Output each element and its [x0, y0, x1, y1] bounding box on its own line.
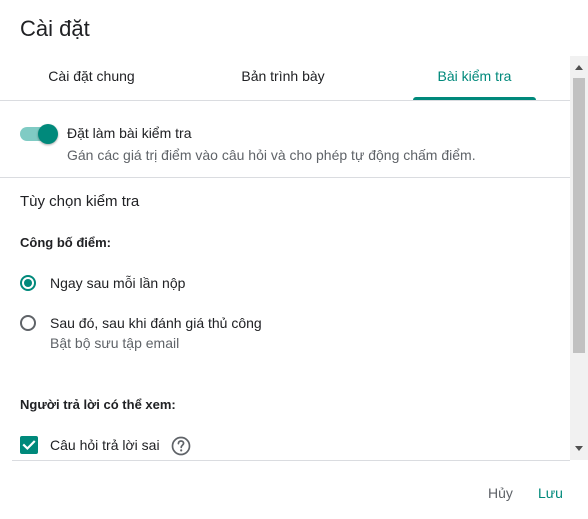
scroll-down-arrow-icon[interactable]	[575, 446, 583, 451]
save-button[interactable]: Lưu	[538, 485, 563, 501]
release-grade-heading: Công bố điểm:	[20, 235, 111, 250]
cancel-button[interactable]: Hủy	[488, 485, 513, 501]
make-quiz-toggle[interactable]	[20, 124, 58, 144]
check-icon	[22, 440, 36, 451]
tab-bar: Cài đặt chung Bản trình bày Bài kiểm tra	[0, 56, 570, 100]
scroll-thumb[interactable]	[573, 78, 585, 353]
radio-dot	[24, 279, 32, 287]
make-quiz-label: Đặt làm bài kiểm tra	[67, 125, 192, 141]
tab-quizzes-label: Bài kiểm tra	[437, 68, 512, 84]
toggle-knob	[38, 124, 58, 144]
footer-divider	[12, 460, 570, 461]
radio-immediately[interactable]	[20, 275, 36, 291]
dialog-title: Cài đặt	[20, 16, 90, 41]
radio-later-manual-review-label[interactable]: Sau đó, sau khi đánh giá thủ công	[50, 315, 262, 331]
missed-questions-checkbox[interactable]	[20, 436, 38, 454]
settings-content: Đặt làm bài kiểm tra Gán các giá trị điể…	[0, 101, 570, 460]
section-divider	[0, 177, 570, 178]
tab-presentation[interactable]: Bản trình bày	[183, 56, 383, 100]
vertical-scrollbar[interactable]	[570, 56, 588, 460]
tab-quizzes[interactable]: Bài kiểm tra	[413, 56, 536, 100]
radio-later-manual-review[interactable]	[20, 315, 36, 331]
collect-email-note: Bật bộ sưu tập email	[50, 335, 180, 351]
missed-questions-label[interactable]: Câu hỏi trả lời sai	[50, 437, 160, 453]
respondent-can-see-heading: Người trả lời có thể xem:	[20, 397, 176, 412]
quiz-options-heading: Tùy chọn kiểm tra	[20, 193, 140, 210]
scroll-up-arrow-icon[interactable]	[575, 65, 583, 70]
radio-immediately-label[interactable]: Ngay sau mỗi lần nộp	[50, 275, 185, 291]
help-icon[interactable]	[171, 436, 191, 456]
make-quiz-description: Gán các giá trị điểm vào câu hỏi và cho …	[67, 147, 476, 163]
tab-general[interactable]: Cài đặt chung	[0, 56, 183, 100]
settings-dialog: Cài đặt Cài đặt chung Bản trình bày Bài …	[0, 0, 588, 519]
